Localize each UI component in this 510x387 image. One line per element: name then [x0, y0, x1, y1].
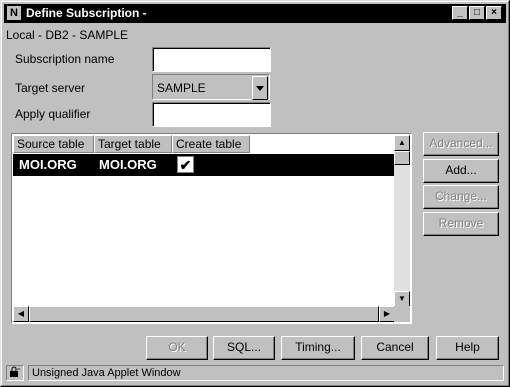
lock-icon [6, 365, 24, 381]
scroll-right-icon[interactable]: ▶ [379, 306, 395, 322]
status-bar: Unsigned Java Applet Window [4, 363, 506, 383]
status-message: Unsigned Java Applet Window [28, 365, 504, 381]
app-icon: N [7, 6, 21, 20]
ok-button[interactable]: OK [146, 336, 208, 360]
context-line: Local - DB2 - SAMPLE [6, 28, 129, 42]
title-bar[interactable]: N Define Subscription - _ □ × [4, 4, 506, 23]
help-button[interactable]: Help [436, 336, 499, 360]
define-subscription-window: N Define Subscription - _ □ × Local - DB… [0, 0, 510, 387]
scroll-up-icon[interactable]: ▲ [394, 135, 410, 151]
subscription-table: Source table Target table Create table M… [11, 133, 412, 324]
apply-qualifier-input[interactable] [152, 102, 271, 127]
scroll-left-icon[interactable]: ◀ [13, 306, 29, 322]
subscription-name-input[interactable] [152, 47, 271, 72]
maximize-button[interactable]: □ [469, 6, 485, 20]
target-server-value: SAMPLE [157, 81, 206, 95]
vertical-scroll-thumb[interactable] [394, 151, 410, 165]
window-title: Define Subscription - [26, 6, 147, 20]
column-header-create-table[interactable]: Create table [172, 135, 250, 153]
scroll-corner [394, 306, 410, 322]
create-table-checkbox[interactable]: ✔ [177, 156, 194, 173]
horizontal-scroll-thumb[interactable] [29, 306, 379, 322]
target-table-cell: MOI.ORG [99, 157, 157, 172]
timing-button[interactable]: Timing... [281, 336, 355, 360]
scroll-down-icon[interactable]: ▼ [394, 291, 410, 307]
horizontal-scrollbar[interactable]: ◀ ▶ [13, 306, 395, 322]
column-header-source-table[interactable]: Source table [13, 135, 94, 153]
remove-button[interactable]: Remove [423, 212, 499, 236]
add-button[interactable]: Add... [423, 159, 499, 183]
apply-qualifier-label: Apply qualifier [15, 107, 91, 121]
vertical-scrollbar[interactable]: ▲ ▼ [394, 135, 410, 307]
subscription-name-label: Subscription name [15, 52, 115, 66]
close-button[interactable]: × [486, 6, 502, 20]
target-server-select[interactable]: SAMPLE [152, 74, 270, 100]
change-button[interactable]: Change... [423, 185, 499, 209]
advanced-button[interactable]: Advanced... [423, 132, 499, 156]
sql-button[interactable]: SQL... [213, 336, 275, 360]
column-header-target-table[interactable]: Target table [94, 135, 172, 153]
lock-icon-graphic [10, 366, 20, 377]
source-table-cell: MOI.ORG [19, 157, 77, 172]
minimize-button[interactable]: _ [452, 6, 468, 20]
cancel-button[interactable]: Cancel [361, 336, 429, 360]
chevron-down-icon[interactable] [252, 76, 268, 100]
table-row[interactable]: MOI.ORG MOI.ORG ✔ [13, 154, 397, 176]
target-server-label: Target server [15, 81, 86, 95]
